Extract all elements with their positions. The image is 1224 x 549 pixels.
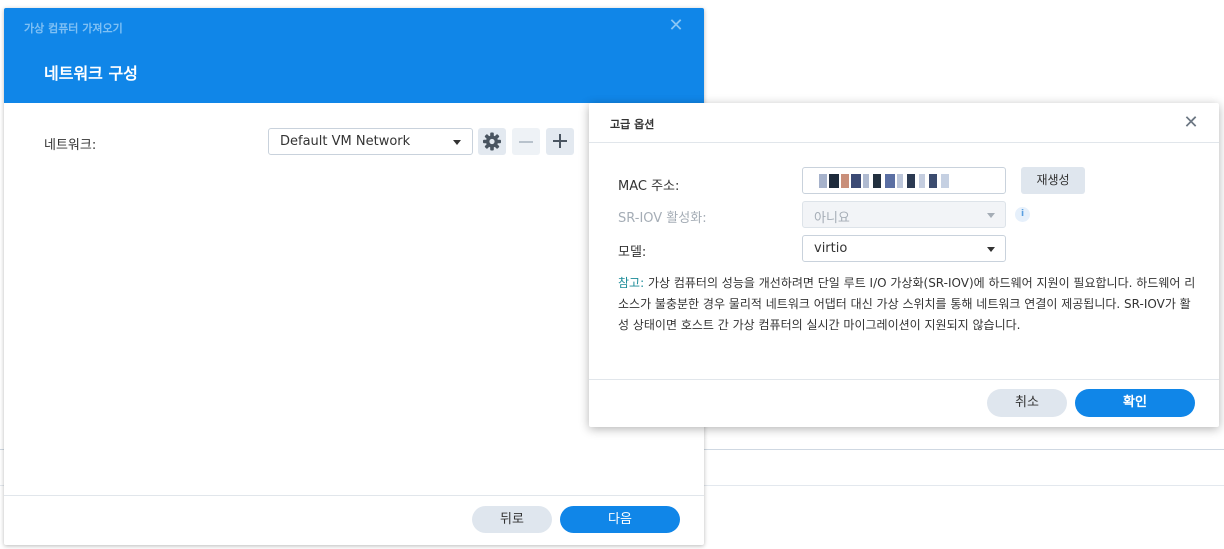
sriov-select-value: 아니요 bbox=[814, 211, 850, 226]
mac-address-label: MAC 주소: bbox=[618, 179, 680, 194]
close-icon[interactable]: ✕ bbox=[666, 16, 686, 36]
sriov-note: 참고: 가상 컴퓨터의 성능을 개선하려면 단일 루트 I/O 가상화(SR-I… bbox=[618, 273, 1198, 336]
ok-button[interactable]: 확인 bbox=[1075, 389, 1195, 417]
dialog-title: 고급 옵션 bbox=[610, 118, 655, 131]
chevron-down-icon bbox=[987, 247, 995, 252]
remove-network-button[interactable] bbox=[512, 128, 540, 155]
wizard-header: 가상 컴퓨터 가져오기 ✕ 네트워크 구성 bbox=[4, 8, 704, 103]
cancel-button[interactable]: 취소 bbox=[987, 389, 1067, 417]
note-prefix: 참고: bbox=[618, 276, 645, 290]
next-button[interactable]: 다음 bbox=[560, 506, 680, 533]
gear-icon bbox=[483, 132, 501, 151]
regenerate-button[interactable]: 재생성 bbox=[1021, 167, 1085, 194]
model-select[interactable]: virtio bbox=[802, 235, 1006, 262]
advanced-options-dialog: 고급 옵션 ✕ MAC 주소: 재생성 SR-IOV 활성화: 아니요 i 모델… bbox=[589, 103, 1219, 427]
model-select-value: virtio bbox=[814, 241, 848, 256]
model-label: 모델: bbox=[618, 245, 647, 260]
header-divider bbox=[589, 142, 1219, 143]
close-icon[interactable]: ✕ bbox=[1181, 113, 1201, 133]
network-settings-button[interactable] bbox=[478, 128, 506, 155]
wizard-title: 가상 컴퓨터 가져오기 bbox=[24, 22, 123, 35]
sriov-label: SR-IOV 활성화: bbox=[618, 211, 707, 226]
footer-divider bbox=[589, 379, 1219, 380]
chevron-down-icon bbox=[987, 213, 995, 218]
chevron-down-icon bbox=[453, 140, 461, 145]
sriov-select[interactable]: 아니요 bbox=[802, 201, 1006, 228]
step-title: 네트워크 구성 bbox=[44, 64, 138, 83]
network-select-value: Default VM Network bbox=[280, 134, 411, 149]
add-network-button[interactable] bbox=[546, 128, 574, 155]
network-label: 네트워크: bbox=[44, 138, 97, 153]
mac-address-field[interactable] bbox=[802, 167, 1006, 194]
footer-divider bbox=[4, 495, 704, 496]
network-select[interactable]: Default VM Network bbox=[268, 128, 473, 155]
back-button[interactable]: 뒤로 bbox=[472, 506, 552, 533]
note-text: 가상 컴퓨터의 성능을 개선하려면 단일 루트 I/O 가상화(SR-IOV)에… bbox=[618, 276, 1196, 332]
info-icon[interactable]: i bbox=[1015, 207, 1030, 222]
mac-address-redacted bbox=[817, 174, 949, 188]
